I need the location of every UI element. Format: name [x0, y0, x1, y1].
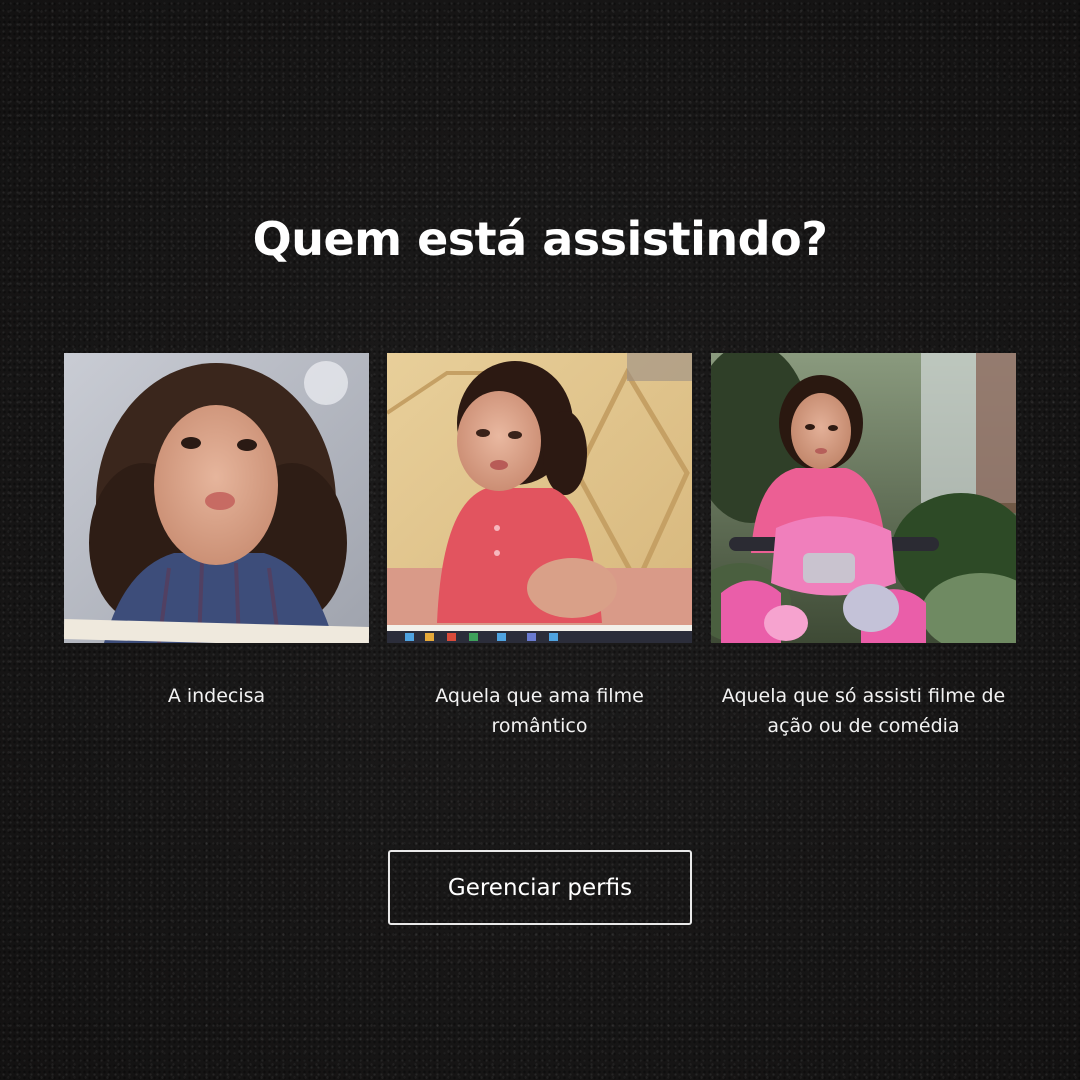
manage-profiles-button[interactable]: Gerenciar perfis	[388, 850, 692, 925]
profile-avatar[interactable]	[64, 353, 369, 643]
profile-card-acao-comedia[interactable]: Aquela que só assisti filme de ação ou d…	[711, 353, 1016, 741]
profile-photo-girl-crying	[387, 353, 692, 643]
profile-name: Aquela que ama filme romântico	[435, 685, 644, 737]
page-title: Quem está assistindo?	[252, 212, 828, 266]
profile-name: A indecisa	[167, 685, 266, 707]
profile-card-romantico[interactable]: Aquela que ama filme romântico	[387, 353, 692, 741]
profile-photo-girl-on-pink-toy-motorcycle	[711, 353, 1016, 643]
profile-name: Aquela que só assisti filme de ação ou d…	[721, 685, 1006, 737]
profile-avatar[interactable]	[711, 353, 1016, 643]
profile-list: A indecisa Aquela que ama filme romântic…	[64, 353, 1016, 793]
profile-avatar[interactable]	[387, 353, 692, 643]
profile-card-indecisa[interactable]: A indecisa	[64, 353, 369, 711]
profile-photo-girl-blowing-kiss	[64, 353, 369, 643]
